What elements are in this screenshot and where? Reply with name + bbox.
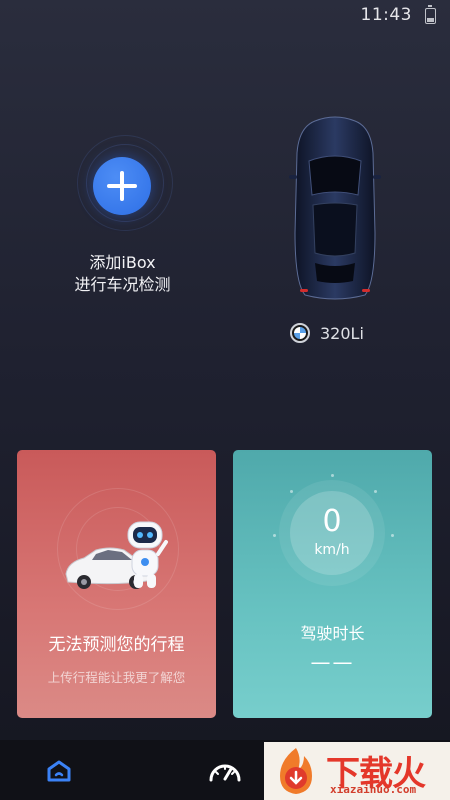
- trip-card-title: 无法预测您的行程: [48, 635, 185, 655]
- car-model: 320Li: [320, 323, 364, 343]
- add-ibox-line2: 进行车况检测: [74, 275, 171, 294]
- add-ibox-section: 添加iBox 进行车况检测: [40, 135, 205, 315]
- gauge-tick: [273, 534, 276, 537]
- drive-duration-value: ——: [310, 650, 355, 674]
- watermark: 下载火 xiazaihuo.com: [264, 742, 450, 800]
- gauge-tick: [391, 534, 394, 537]
- speed-unit: km/h: [314, 542, 350, 558]
- gauge-tick: [331, 474, 334, 477]
- gauge-tick: [290, 490, 293, 493]
- add-ibox-button[interactable]: [93, 157, 151, 215]
- trip-card[interactable]: 无法预测您的行程 上传行程能让我更了解您: [17, 450, 216, 718]
- car-brand-row: 320Li: [290, 323, 364, 343]
- drive-card[interactable]: 0 km/h 驾驶时长 ——: [233, 450, 432, 718]
- bmw-logo-icon: [290, 323, 310, 343]
- fire-logo-icon: [280, 748, 312, 794]
- status-bar: 11:43: [0, 0, 450, 32]
- car-panel[interactable]: 320Li: [255, 85, 425, 360]
- battery-icon: [425, 5, 436, 24]
- gauge-tick: [374, 490, 377, 493]
- home-icon[interactable]: [46, 760, 72, 782]
- status-time: 11:43: [360, 5, 412, 25]
- trip-card-subtitle: 上传行程能让我更了解您: [47, 670, 186, 685]
- drive-duration-title: 驾驶时长: [300, 624, 365, 643]
- car-image: [289, 116, 381, 300]
- add-ibox-text: 添加iBox 进行车况检测: [40, 252, 205, 296]
- speed-value: 0: [322, 504, 342, 539]
- robot-car-illustration: [65, 521, 168, 589]
- speedometer-icon[interactable]: [208, 760, 242, 782]
- add-ibox-line1: 添加iBox: [89, 253, 156, 272]
- watermark-url: xiazaihuo.com: [330, 783, 417, 796]
